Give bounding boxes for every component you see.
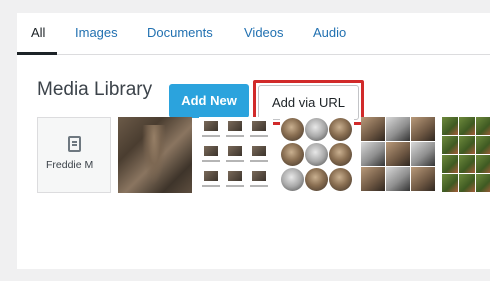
collage-cell	[459, 117, 475, 135]
ornament-circle	[329, 168, 352, 191]
collage-cell	[442, 136, 458, 154]
document-icon	[68, 136, 81, 152]
thumbnail-tile	[228, 171, 242, 181]
collage-cell	[476, 117, 490, 135]
media-item-image[interactable]	[199, 117, 273, 193]
collage-cell	[442, 117, 458, 135]
thumbnail-tile	[228, 146, 242, 156]
thumbnail-caption	[250, 160, 268, 162]
thumbnail-tile	[204, 171, 218, 181]
media-item-image[interactable]	[118, 117, 192, 193]
thumbnail-caption	[250, 185, 268, 187]
thumbnail-caption	[226, 135, 244, 137]
collage-cell	[442, 174, 458, 192]
collage-cell	[476, 155, 490, 173]
thumbnail-tile	[228, 121, 242, 131]
thumbnail-tile	[252, 121, 266, 131]
add-via-url-button[interactable]: Add via URL	[258, 85, 359, 120]
ornament-circle	[329, 118, 352, 141]
ornament-circle	[305, 143, 328, 166]
collage-cell	[361, 167, 385, 191]
thumbnail-caption	[226, 185, 244, 187]
thumbnail-caption	[202, 160, 220, 162]
thumbnail-caption	[250, 135, 268, 137]
ornament-circle	[329, 143, 352, 166]
media-library-panel: All Images Documents Videos Audio Media …	[17, 13, 490, 269]
collage-cell	[411, 117, 435, 141]
thumbnail-tile	[204, 121, 218, 131]
add-new-button[interactable]: Add New	[169, 84, 249, 118]
tab-videos[interactable]: Videos	[244, 25, 284, 41]
collage-cell	[411, 142, 435, 166]
thumbnail-tile	[252, 171, 266, 181]
active-tab-indicator	[17, 52, 57, 55]
ornament-circle	[281, 143, 304, 166]
collage-cell	[361, 142, 385, 166]
collage-cell	[386, 142, 410, 166]
file-name-label: Freddie M	[46, 159, 94, 171]
collage-cell	[386, 117, 410, 141]
ornament-circle	[281, 118, 304, 141]
thumbnail-tile	[204, 146, 218, 156]
media-item-image[interactable]	[280, 117, 354, 193]
thumbnail-caption	[202, 135, 220, 137]
thumbnail-caption	[202, 185, 220, 187]
thumbnail-caption	[226, 160, 244, 162]
thumbnail-tile	[252, 146, 266, 156]
collage-cell	[411, 167, 435, 191]
tab-images[interactable]: Images	[75, 25, 118, 41]
tab-audio[interactable]: Audio	[313, 25, 346, 41]
collage-cell	[442, 155, 458, 173]
ornament-circle	[305, 118, 328, 141]
media-grid: Freddie M	[37, 117, 490, 193]
collage-cell	[459, 136, 475, 154]
collage-cell	[459, 155, 475, 173]
ornament-circle	[305, 168, 328, 191]
ornament-circle	[281, 168, 304, 191]
media-item-image[interactable]	[442, 117, 490, 193]
collage-cell	[459, 174, 475, 192]
collage-cell	[476, 136, 490, 154]
collage-cell	[476, 174, 490, 192]
tab-documents[interactable]: Documents	[147, 25, 213, 41]
collage-cell	[361, 117, 385, 141]
collage-cell	[386, 167, 410, 191]
media-item-document[interactable]: Freddie M	[37, 117, 111, 193]
tab-all[interactable]: All	[31, 25, 45, 41]
media-item-image[interactable]	[361, 117, 435, 193]
media-type-tabs: All Images Documents Videos Audio	[17, 13, 490, 55]
page-title: Media Library	[37, 79, 153, 100]
